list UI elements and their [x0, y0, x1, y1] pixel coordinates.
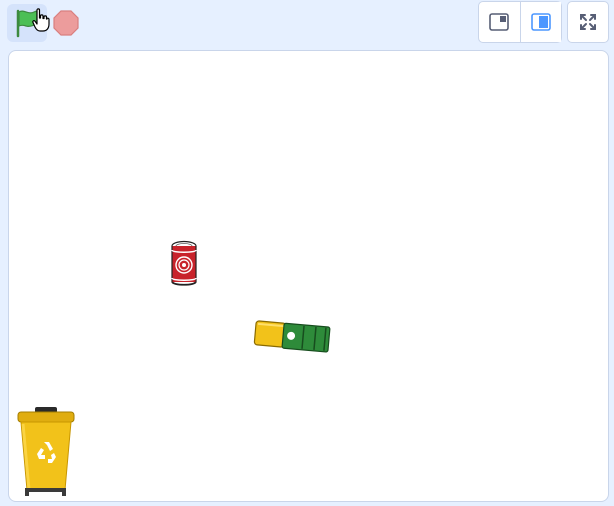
stage-size-toggle — [478, 1, 562, 43]
soda-can-icon[interactable] — [169, 240, 199, 288]
stop-button[interactable] — [53, 10, 79, 36]
hand-pointer-icon — [32, 8, 50, 32]
battery-icon[interactable] — [253, 319, 333, 355]
stage-toolbar — [0, 0, 614, 46]
small-stage-icon — [489, 13, 510, 31]
normal-stage-icon — [530, 13, 551, 31]
stop-icon — [53, 10, 79, 36]
small-stage-button[interactable] — [479, 2, 521, 42]
stage-canvas[interactable] — [8, 50, 609, 502]
normal-stage-button[interactable] — [520, 2, 561, 42]
recycle-bin-icon[interactable] — [15, 406, 77, 496]
fullscreen-button[interactable] — [567, 1, 609, 43]
fullscreen-icon — [580, 14, 596, 30]
green-flag-button[interactable] — [7, 4, 50, 42]
